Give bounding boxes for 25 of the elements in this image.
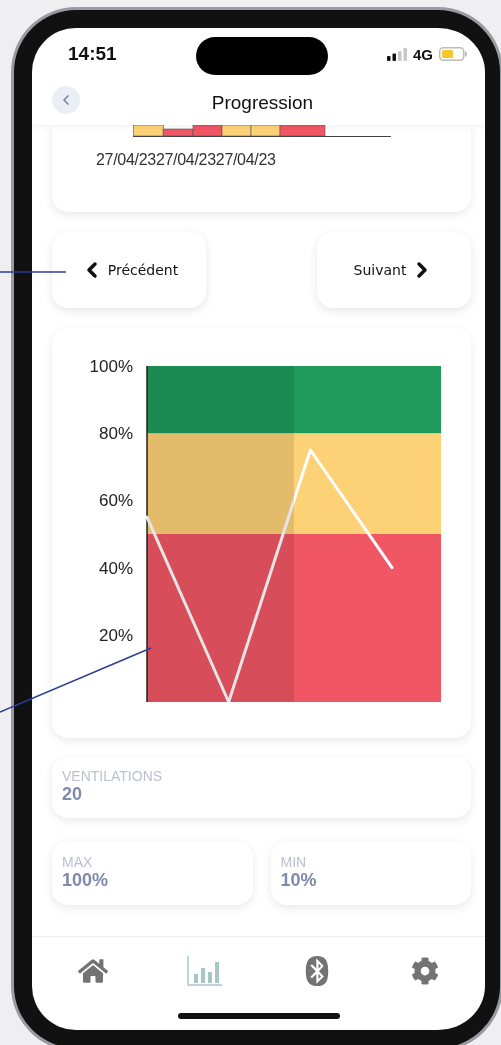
bar-chart-icon <box>186 956 223 986</box>
previous-button[interactable]: Précédent <box>52 232 206 308</box>
stat-label: VENTILATIONS <box>62 768 163 784</box>
page-title: Progression <box>210 91 314 114</box>
stat-value: 20 <box>62 784 83 805</box>
date-label: 27/04/23 <box>215 151 276 169</box>
stat-value: 100% <box>62 870 109 891</box>
signal-icon <box>387 47 407 61</box>
y-tick-label: 40% <box>98 558 133 578</box>
date-label: 27/04/23 <box>155 151 216 169</box>
stat-label: MAX <box>62 854 93 870</box>
settings-icon <box>411 957 440 985</box>
y-tick-label: 20% <box>98 625 133 645</box>
home-icon <box>77 956 108 986</box>
date-label: 27/04/23 <box>96 151 156 169</box>
status-time: 14:51 <box>68 43 117 65</box>
y-tick-label: 100% <box>89 357 133 376</box>
y-tick-label: 80% <box>98 424 133 444</box>
y-tick-label: 60% <box>98 491 133 511</box>
stat-value: 10% <box>280 870 317 891</box>
leader-line <box>0 271 67 273</box>
stat-label: MIN <box>280 854 307 870</box>
network-label: 4G <box>413 45 433 63</box>
battery-icon <box>439 47 467 61</box>
next-button[interactable]: Suivant <box>317 232 471 308</box>
